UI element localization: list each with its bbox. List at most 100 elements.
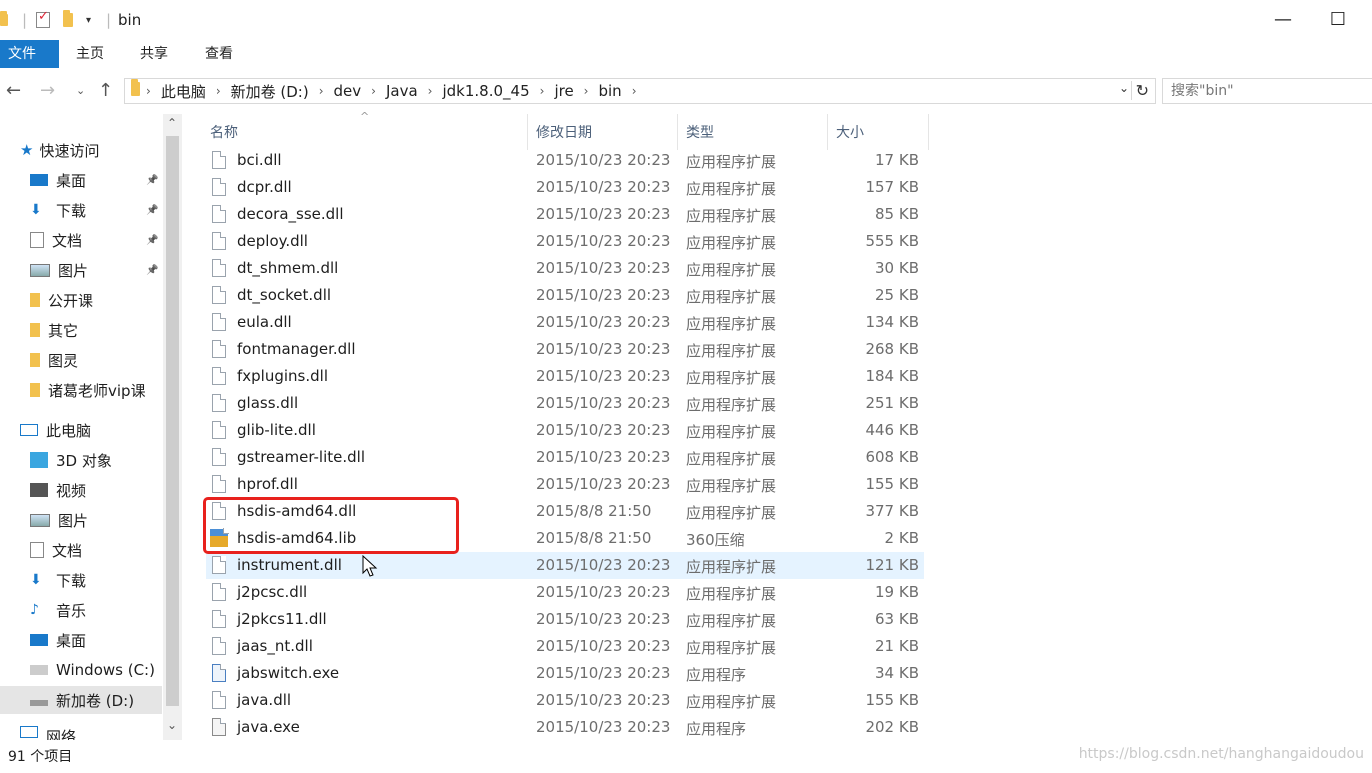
sidebar-item-pc-3[interactable]: 文档 bbox=[0, 536, 162, 564]
pin-icon[interactable]: 📌 bbox=[146, 175, 158, 186]
breadcrumb-java[interactable]: Java bbox=[382, 82, 422, 100]
sidebar-item-pc-6[interactable]: 桌面 bbox=[0, 626, 162, 654]
table-row[interactable]: gstreamer-lite.dll 2015/10/23 20:23 应用程序扩展… bbox=[206, 444, 924, 471]
picture-icon bbox=[30, 513, 50, 527]
maximize-button[interactable]: ☐ bbox=[1325, 8, 1351, 32]
sidebar-item-pc-1[interactable]: 视频 bbox=[0, 476, 162, 504]
minimize-button[interactable]: — bbox=[1270, 8, 1296, 32]
dll-file-icon bbox=[212, 448, 226, 466]
table-row[interactable]: eula.dll 2015/10/23 20:23 应用程序扩展 134 KB bbox=[206, 309, 924, 336]
tab-view[interactable]: 查看 bbox=[189, 40, 249, 68]
sidebar-item-quick-6[interactable]: 图灵 bbox=[30, 346, 182, 374]
sidebar-item-pc-4[interactable]: ⬇ 下载 bbox=[0, 566, 162, 594]
tab-share[interactable]: 共享 bbox=[124, 40, 184, 68]
table-row[interactable]: jabswitch.exe 2015/10/23 20:23 应用程序 34 KB bbox=[206, 660, 924, 687]
sidebar-item-pc-2[interactable]: 图片 bbox=[0, 506, 162, 534]
table-row[interactable]: deploy.dll 2015/10/23 20:23 应用程序扩展 555 KB bbox=[206, 228, 924, 255]
breadcrumb-jre[interactable]: jre bbox=[550, 82, 577, 100]
pin-icon[interactable]: 📌 bbox=[146, 235, 158, 246]
properties-icon[interactable]: ✓ bbox=[36, 9, 50, 30]
java-file-icon bbox=[212, 718, 226, 736]
breadcrumb-jdk[interactable]: jdk1.8.0_45 bbox=[438, 82, 533, 100]
nav-network[interactable]: 网络 bbox=[20, 726, 182, 740]
chevron-right-icon[interactable]: › bbox=[534, 84, 551, 98]
chevron-right-icon[interactable]: › bbox=[578, 84, 595, 98]
address-bar[interactable]: › 此电脑 › 新加卷 (D:) › dev › Java › jdk1.8.0… bbox=[124, 78, 1156, 104]
sidebar-item-label: 桌面 bbox=[56, 631, 87, 650]
table-row[interactable]: hprof.dll 2015/10/23 20:23 应用程序扩展 155 KB bbox=[206, 471, 924, 498]
column-divider[interactable] bbox=[677, 114, 678, 150]
chevron-right-icon[interactable]: › bbox=[313, 84, 330, 98]
file-name: deploy.dll bbox=[237, 232, 308, 250]
file-name: fxplugins.dll bbox=[237, 367, 328, 385]
column-header-type[interactable]: 类型 bbox=[686, 122, 714, 142]
nav-this-pc[interactable]: 此电脑 bbox=[20, 416, 182, 444]
table-row[interactable]: j2pkcs11.dll 2015/10/23 20:23 应用程序扩展 63 KB bbox=[206, 606, 924, 633]
pin-icon[interactable]: 📌 bbox=[146, 265, 158, 276]
breadcrumb-drive-d[interactable]: 新加卷 (D:) bbox=[227, 81, 313, 102]
column-header-date[interactable]: 修改日期 bbox=[536, 122, 592, 142]
table-row[interactable]: bci.dll 2015/10/23 20:23 应用程序扩展 17 KB bbox=[206, 147, 924, 174]
column-header-name[interactable]: 名称 bbox=[210, 122, 238, 142]
sidebar-item-quick-0[interactable]: 桌面 📌 bbox=[30, 166, 182, 194]
table-row[interactable]: instrument.dll 2015/10/23 20:23 应用程序扩展 121 … bbox=[206, 552, 924, 579]
table-row[interactable]: fontmanager.dll 2015/10/23 20:23 应用程序扩展 268… bbox=[206, 336, 924, 363]
table-row[interactable]: j2pcsc.dll 2015/10/23 20:23 应用程序扩展 19 KB bbox=[206, 579, 924, 606]
sidebar-item-pc-0[interactable]: 3D 对象 bbox=[0, 446, 162, 474]
sidebar-item-quick-4[interactable]: 公开课 bbox=[30, 286, 182, 314]
table-row[interactable]: dcpr.dll 2015/10/23 20:23 应用程序扩展 157 KB bbox=[206, 174, 924, 201]
document-icon bbox=[30, 542, 44, 558]
column-divider[interactable] bbox=[527, 114, 528, 150]
recent-locations-button[interactable]: ⌄ bbox=[76, 80, 85, 102]
chevron-right-icon[interactable]: › bbox=[365, 84, 382, 98]
chevron-right-icon[interactable]: › bbox=[626, 84, 643, 98]
refresh-icon[interactable]: ↻ bbox=[1130, 81, 1149, 100]
sidebar-item-quick-2[interactable]: 文档 📌 bbox=[30, 226, 182, 254]
scroll-down-icon[interactable]: ⌄ bbox=[167, 718, 177, 732]
sidebar-item-quick-1[interactable]: ⬇ 下载 📌 bbox=[30, 196, 182, 224]
forward-button[interactable]: → bbox=[40, 80, 55, 102]
search-input[interactable]: 搜索"bin" bbox=[1162, 78, 1372, 104]
address-dropdown-icon[interactable]: ⌄ bbox=[1119, 81, 1129, 95]
file-size: 2 KB bbox=[884, 529, 919, 547]
file-type: 应用程序扩展 bbox=[686, 423, 777, 441]
status-bar: 91 个项目 https://blog.csdn.net/hanghangaid… bbox=[0, 740, 1372, 773]
column-header-size[interactable]: 大小 bbox=[836, 122, 864, 142]
back-button[interactable]: ← bbox=[6, 80, 21, 102]
scrollbar-thumb[interactable] bbox=[166, 136, 179, 706]
table-row[interactable]: glib-lite.dll 2015/10/23 20:23 应用程序扩展 446 K… bbox=[206, 417, 924, 444]
tab-home[interactable]: 主页 bbox=[60, 40, 120, 68]
sidebar-item-pc-5[interactable]: ♪ 音乐 bbox=[0, 596, 162, 624]
file-type: 应用程序扩展 bbox=[686, 450, 777, 468]
column-divider[interactable] bbox=[928, 114, 929, 150]
table-row[interactable]: dt_shmem.dll 2015/10/23 20:23 应用程序扩展 30 KB bbox=[206, 255, 924, 282]
nav-quick-access[interactable]: ★ 快速访问 bbox=[20, 136, 182, 164]
customize-quick-access-icon[interactable]: ▾ bbox=[86, 10, 91, 30]
table-row[interactable]: decora_sse.dll 2015/10/23 20:23 应用程序扩展 85 K… bbox=[206, 201, 924, 228]
chevron-right-icon[interactable]: › bbox=[422, 84, 439, 98]
column-divider[interactable] bbox=[827, 114, 828, 150]
table-row[interactable]: glass.dll 2015/10/23 20:23 应用程序扩展 251 KB bbox=[206, 390, 924, 417]
table-row[interactable]: java.dll 2015/10/23 20:23 应用程序扩展 155 KB bbox=[206, 687, 924, 714]
sidebar-item-quick-3[interactable]: 图片 📌 bbox=[30, 256, 182, 284]
tab-file[interactable]: 文件 bbox=[0, 40, 59, 68]
table-row[interactable]: fxplugins.dll 2015/10/23 20:23 应用程序扩展 184 K… bbox=[206, 363, 924, 390]
table-row[interactable]: jaas_nt.dll 2015/10/23 20:23 应用程序扩展 21 KB bbox=[206, 633, 924, 660]
sidebar-item-pc-8[interactable]: 新加卷 (D:) bbox=[0, 686, 162, 714]
up-button[interactable]: ↑ bbox=[98, 80, 113, 102]
breadcrumb-bin[interactable]: bin bbox=[594, 82, 625, 100]
scroll-up-icon[interactable]: ⌃ bbox=[167, 116, 177, 130]
pin-icon[interactable]: 📌 bbox=[146, 205, 158, 216]
file-date: 2015/10/23 20:23 bbox=[536, 205, 671, 223]
new-folder-icon[interactable] bbox=[63, 10, 73, 30]
sidebar-item-pc-7[interactable]: Windows (C:) bbox=[0, 656, 162, 684]
table-row[interactable]: java.exe 2015/10/23 20:23 应用程序 202 KB bbox=[206, 714, 924, 741]
chevron-right-icon[interactable]: › bbox=[140, 84, 157, 98]
sidebar-item-quick-7[interactable]: 诸葛老师vip课 bbox=[30, 376, 182, 404]
chevron-right-icon[interactable]: › bbox=[210, 84, 227, 98]
breadcrumb-dev[interactable]: dev bbox=[330, 82, 366, 100]
table-row[interactable]: dt_socket.dll 2015/10/23 20:23 应用程序扩展 25 KB bbox=[206, 282, 924, 309]
breadcrumb-this-pc[interactable]: 此电脑 bbox=[157, 81, 210, 102]
nav-scrollbar[interactable]: ⌃ ⌄ bbox=[163, 114, 182, 740]
sidebar-item-quick-5[interactable]: 其它 bbox=[30, 316, 182, 344]
